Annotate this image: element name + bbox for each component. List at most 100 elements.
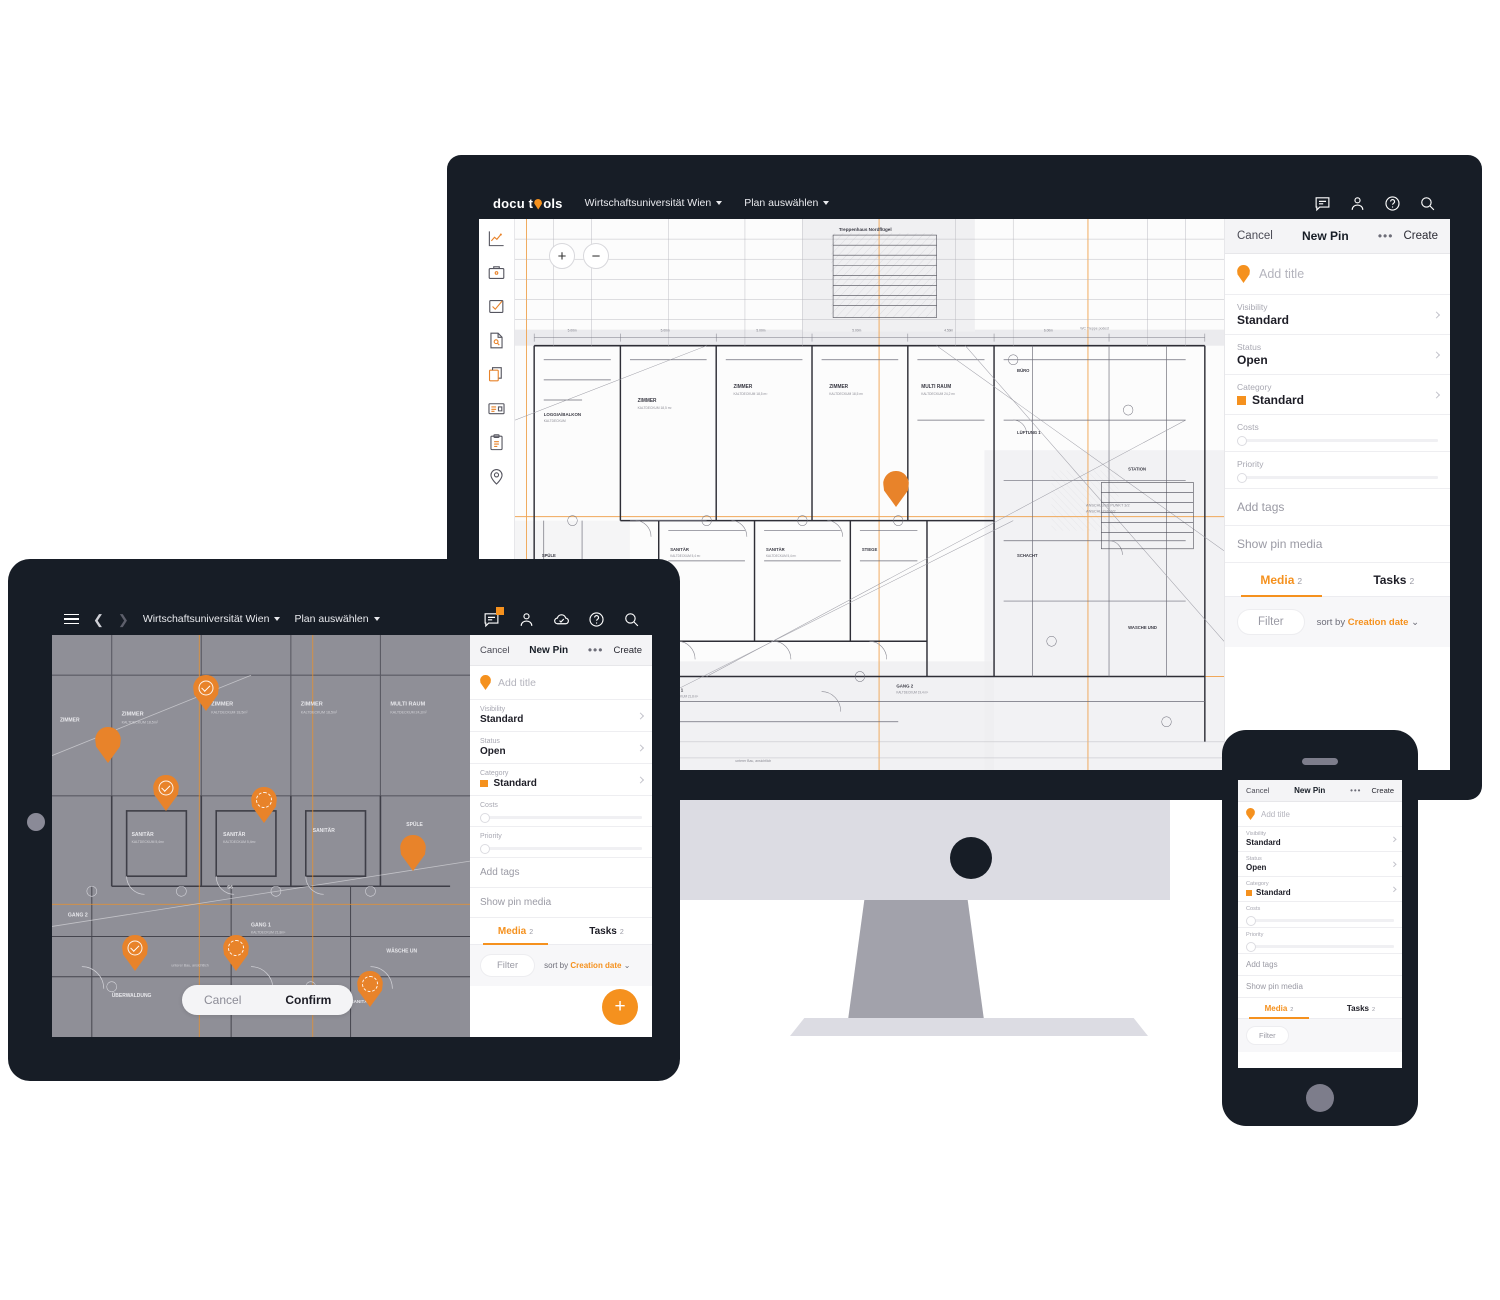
sidebar-item-clipboard-icon[interactable] [487,433,506,452]
app-logo[interactable]: docu t ols [493,196,563,211]
tab-tasks[interactable]: Tasks 2 [1338,563,1451,596]
create-button[interactable]: Create [1403,230,1438,242]
sort-control[interactable]: sort by Creation date ⌄ [1317,617,1419,628]
show-pin-media-link[interactable]: Show pin media [470,888,652,918]
phone-home-button[interactable] [1306,1084,1334,1112]
project-selector[interactable]: Wirtschaftsuniversität Wien [585,197,723,209]
field-category[interactable]: Category Standard [1225,375,1450,415]
sidebar-item-document-icon[interactable] [487,331,506,350]
zoom-out-button[interactable]: − [583,243,609,269]
pin-title-row[interactable]: Add title [1225,254,1450,295]
sidebar-item-briefcase-icon[interactable] [487,263,506,282]
sort-control[interactable]: sort by Creation date ⌄ [544,961,630,970]
priority-slider-knob[interactable] [480,843,490,854]
priority-slider-knob[interactable] [1237,472,1247,483]
add-tags-link[interactable]: Add tags [1225,489,1450,526]
priority-slider-track[interactable] [1246,941,1395,952]
filter-button[interactable]: Filter [480,954,536,977]
priority-slider-track[interactable] [480,843,642,854]
tablet-home-button[interactable] [27,813,45,831]
chat-icon[interactable] [1314,195,1331,212]
panel-title: New Pin [529,644,569,656]
field-category[interactable]: Category Standard [1238,877,1402,902]
chat-icon[interactable] [483,606,504,628]
field-priority[interactable]: Priority [470,827,652,858]
costs-slider-knob[interactable] [1246,915,1256,926]
cancel-button[interactable]: Cancel [1237,230,1273,242]
field-costs[interactable]: Costs [1238,902,1402,928]
add-title-input[interactable]: Add title [1259,267,1304,281]
pin-title-row[interactable]: Add title [1238,802,1402,827]
field-priority[interactable]: Priority [1238,928,1402,954]
tablet-project-selector[interactable]: Wirtschaftsuniversität Wien [143,613,281,625]
cancel-button[interactable]: Cancel [1246,786,1269,795]
costs-slider-knob[interactable] [480,812,490,823]
tab-media[interactable]: Media 2 [1238,998,1320,1019]
user-icon[interactable] [1349,195,1366,212]
priority-slider-knob[interactable] [1246,941,1256,952]
priority-slider-track[interactable] [1237,472,1438,483]
help-icon[interactable] [588,611,605,628]
show-pin-media-link[interactable]: Show pin media [1225,526,1450,563]
field-status[interactable]: Status Open [470,732,652,764]
forward-arrow-icon[interactable]: ❯ [118,613,129,626]
add-title-input[interactable]: Add title [1261,810,1290,819]
phone-screen: Cancel New Pin ••• Create Add title Visi… [1238,780,1402,1068]
plan-confirm-button[interactable]: Confirm [263,985,353,1015]
svg-text:SANITÄR: SANITÄR [223,831,246,838]
sidebar-item-chart-icon[interactable] [487,229,506,248]
field-status[interactable]: Status Open [1225,335,1450,375]
help-icon[interactable] [1384,195,1401,212]
sidebar-item-pin-icon[interactable] [487,467,506,486]
sidebar-item-checkbox-icon[interactable] [487,297,506,316]
user-icon[interactable] [518,611,535,628]
sidebar-item-layers-icon[interactable] [487,365,506,384]
costs-slider-track[interactable] [1237,435,1438,446]
costs-slider-knob[interactable] [1237,435,1247,446]
panel-tabs: Media 2 Tasks 2 [1238,998,1402,1019]
back-arrow-icon[interactable]: ❮ [93,613,104,626]
costs-slider-track[interactable] [480,812,642,823]
tablet-new-pin-panel: Cancel New Pin ••• Create Add title Visi… [470,635,652,1037]
menu-icon[interactable] [64,613,79,625]
tab-media[interactable]: Media 2 [1225,563,1338,597]
phone-speaker [1302,758,1338,765]
field-visibility[interactable]: Visibility Standard [1225,295,1450,335]
zoom-in-button[interactable]: + [549,243,575,269]
add-title-input[interactable]: Add title [498,677,536,689]
field-category[interactable]: Category Standard [470,764,652,796]
more-options-button[interactable]: ••• [588,643,604,657]
field-visibility[interactable]: Visibility Standard [470,700,652,732]
plan-cancel-button[interactable]: Cancel [182,985,263,1015]
tab-media[interactable]: Media 2 [470,918,561,945]
field-priority[interactable]: Priority [1225,452,1450,489]
filter-button[interactable]: Filter [1237,609,1305,635]
search-icon[interactable] [1419,195,1436,212]
create-button[interactable]: Create [613,645,642,656]
cancel-button[interactable]: Cancel [480,645,510,656]
field-visibility[interactable]: Visibility Standard [1238,827,1402,852]
tab-tasks[interactable]: Tasks 2 [1320,998,1402,1018]
field-costs[interactable]: Costs [1225,415,1450,452]
add-tags-link[interactable]: Add tags [470,858,652,888]
add-tags-link[interactable]: Add tags [1238,954,1402,976]
more-options-button[interactable]: ••• [1378,229,1394,243]
field-status[interactable]: Status Open [1238,852,1402,877]
filter-button[interactable]: Filter [1246,1026,1289,1045]
create-button[interactable]: Create [1371,786,1394,795]
field-costs[interactable]: Costs [470,796,652,827]
tablet-floor-plan-canvas[interactable]: ZIMMER KALTDECKUM 18,5m² ZIMMER KALTDECK… [52,635,470,1037]
pin-title-row[interactable]: Add title [470,666,652,700]
sidebar-item-card-icon[interactable] [487,399,506,418]
more-options-button[interactable]: ••• [1350,786,1361,795]
cloud-check-icon[interactable] [553,611,570,628]
add-media-button[interactable]: + [602,989,638,1025]
show-pin-media-link[interactable]: Show pin media [1238,976,1402,998]
svg-text:S6: S6 [227,884,233,889]
plan-selector[interactable]: Plan auswählen [744,197,830,209]
tablet-plan-selector[interactable]: Plan auswählen [294,613,380,625]
costs-slider-track[interactable] [1246,915,1395,926]
tab-tasks[interactable]: Tasks 2 [561,918,652,944]
search-icon[interactable] [623,611,640,628]
panel-title: New Pin [1301,229,1349,243]
